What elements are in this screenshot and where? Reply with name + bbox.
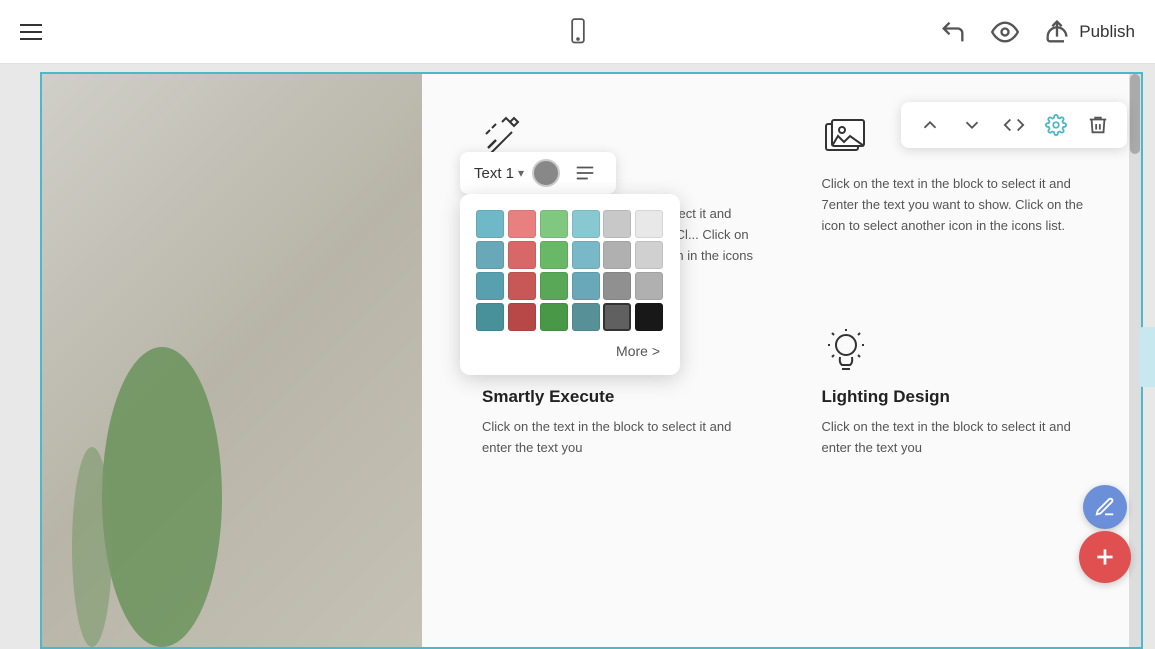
move-down-button[interactable] <box>953 108 991 142</box>
color-swatches <box>476 210 664 331</box>
trash-icon <box>1087 114 1109 136</box>
feature-title-lightbulb: Lighting Design <box>822 387 1102 407</box>
color-swatch-12[interactable] <box>476 272 504 300</box>
color-swatch-1[interactable] <box>508 210 536 238</box>
color-swatch-10[interactable] <box>603 241 631 269</box>
dropdown-caret[interactable]: ▾ <box>518 166 524 180</box>
code-button[interactable] <box>995 108 1033 142</box>
move-down-icon <box>961 114 983 136</box>
add-fab-button[interactable] <box>1079 531 1131 583</box>
color-swatch-16[interactable] <box>603 272 631 300</box>
eye-icon <box>991 18 1019 46</box>
hamburger-menu[interactable] <box>20 24 42 40</box>
lightbulb-icon <box>822 327 870 375</box>
color-picker-popup: More > <box>460 194 680 375</box>
color-swatch-17[interactable] <box>635 272 663 300</box>
gear-icon <box>1045 114 1067 136</box>
text-name: Text 1 <box>474 165 514 182</box>
more-colors-button[interactable]: More > <box>476 343 664 359</box>
feature-desc-photos: Click on the text in the block to select… <box>822 174 1102 236</box>
publish-button[interactable]: Publish <box>1043 18 1135 46</box>
top-bar: Publish <box>0 0 1155 64</box>
photos-icon <box>822 114 870 162</box>
delete-button[interactable] <box>1079 108 1117 142</box>
top-bar-left <box>20 24 42 40</box>
publish-icon <box>1043 18 1071 46</box>
color-swatch-3[interactable] <box>572 210 600 238</box>
preview-button[interactable] <box>991 18 1019 46</box>
canvas-wrapper: Pe... Click on the text in the block to … <box>0 64 1155 649</box>
phone-preview-button[interactable] <box>564 18 592 46</box>
text-label: Text 1 ▾ <box>474 165 524 182</box>
move-up-button[interactable] <box>911 108 949 142</box>
color-swatch-22[interactable] <box>603 303 631 331</box>
color-swatch-7[interactable] <box>508 241 536 269</box>
color-swatch-14[interactable] <box>540 272 568 300</box>
color-swatch-5[interactable] <box>635 210 663 238</box>
publish-label: Publish <box>1079 22 1135 42</box>
color-swatch-23[interactable] <box>635 303 663 331</box>
plus-icon <box>1092 544 1118 570</box>
settings-button[interactable] <box>1037 108 1075 142</box>
move-up-icon <box>919 114 941 136</box>
undo-icon <box>939 18 967 46</box>
color-swatch-11[interactable] <box>635 241 663 269</box>
pencil-icon <box>1094 496 1116 518</box>
feature-desc-lightbulb: Click on the text in the block to select… <box>822 417 1102 459</box>
color-swatch-9[interactable] <box>572 241 600 269</box>
align-icon <box>574 162 596 184</box>
left-image <box>42 74 422 647</box>
text-style-toolbar: Text 1 ▾ <box>460 152 616 194</box>
color-swatch-13[interactable] <box>508 272 536 300</box>
edit-fab-button[interactable] <box>1083 485 1127 529</box>
feature-title-browser: Smartly Execute <box>482 387 762 407</box>
phone-icon <box>564 18 592 46</box>
scrollbar-thumb[interactable] <box>1130 74 1140 154</box>
color-swatch-0[interactable] <box>476 210 504 238</box>
color-swatch-6[interactable] <box>476 241 504 269</box>
color-swatch-8[interactable] <box>540 241 568 269</box>
top-bar-right: Publish <box>939 18 1135 46</box>
color-swatch-20[interactable] <box>540 303 568 331</box>
color-swatch-19[interactable] <box>508 303 536 331</box>
top-bar-center <box>564 18 592 46</box>
text-align-button[interactable] <box>568 158 602 188</box>
color-swatch-2[interactable] <box>540 210 568 238</box>
color-swatch-15[interactable] <box>572 272 600 300</box>
color-swatch-18[interactable] <box>476 303 504 331</box>
code-icon <box>1003 114 1025 136</box>
undo-button[interactable] <box>939 18 967 46</box>
feature-desc-browser: Click on the text in the block to select… <box>482 417 762 459</box>
side-handle[interactable] <box>1139 327 1155 387</box>
color-swatch-21[interactable] <box>572 303 600 331</box>
color-swatch-4[interactable] <box>603 210 631 238</box>
element-toolbar <box>901 102 1127 148</box>
color-swatch-button[interactable] <box>532 159 560 187</box>
feature-item-lightbulb: Lighting Design Click on the text in the… <box>822 327 1102 459</box>
